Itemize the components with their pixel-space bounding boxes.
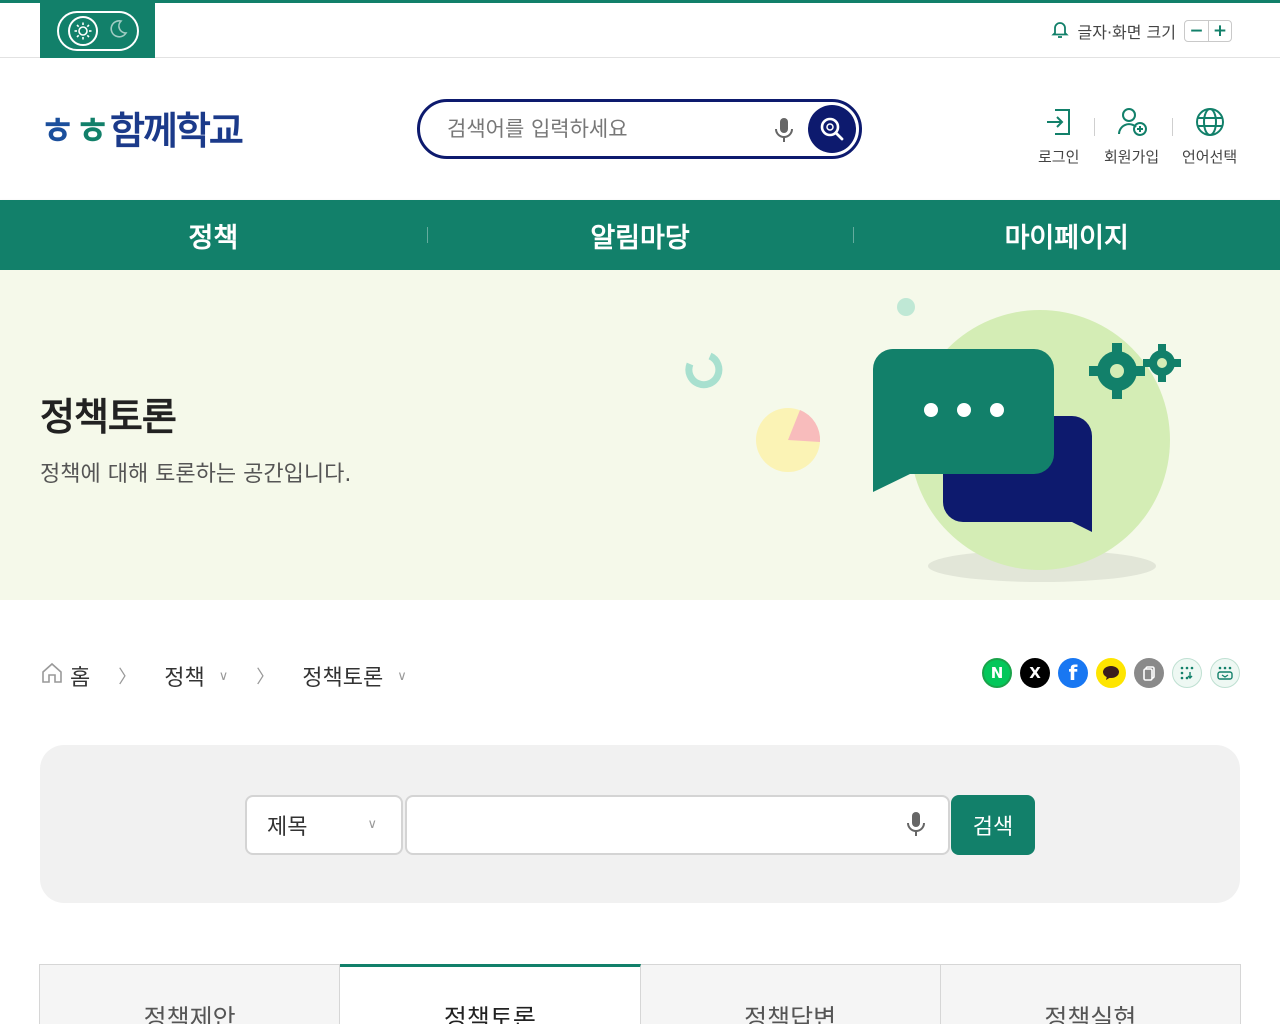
font-size-buttons: − + bbox=[1184, 20, 1232, 42]
font-size-control: 글자·화면 크기 − + bbox=[1050, 19, 1232, 43]
divider bbox=[1094, 118, 1095, 136]
print-share-icon[interactable] bbox=[1210, 658, 1240, 688]
global-search-input[interactable] bbox=[447, 117, 767, 141]
facebook-share-icon[interactable]: f bbox=[1058, 658, 1088, 688]
search-icon[interactable] bbox=[808, 105, 856, 153]
nav-item-mypage[interactable]: 마이페이지 bbox=[853, 200, 1280, 270]
language-select[interactable]: 언어선택 bbox=[1182, 106, 1237, 167]
font-decrease-button[interactable]: − bbox=[1185, 21, 1208, 41]
font-increase-button[interactable]: + bbox=[1208, 21, 1231, 41]
sun-icon bbox=[67, 15, 98, 46]
microphone-icon[interactable] bbox=[905, 810, 927, 842]
qr-share-icon[interactable] bbox=[1172, 658, 1202, 688]
moon-icon bbox=[108, 19, 128, 43]
breadcrumb-home[interactable]: 홈 bbox=[70, 660, 90, 692]
page-title: 정책토론 bbox=[40, 395, 177, 439]
home-icon bbox=[40, 661, 64, 691]
signup-link[interactable]: 회원가입 bbox=[1104, 106, 1159, 167]
breadcrumb-level1[interactable]: 정책 bbox=[164, 660, 204, 692]
breadcrumb: 홈 〉 정책 ∨ 〉 정책토론 ∨ bbox=[40, 660, 407, 692]
tab-policy-proposal[interactable]: 정책제안 bbox=[39, 964, 341, 1024]
chevron-down-icon[interactable]: ∨ bbox=[397, 669, 407, 684]
bell-icon bbox=[1050, 19, 1070, 43]
page-description: 정책에 대해 토론하는 공간입니다. bbox=[40, 462, 352, 487]
logo-text: 함께학교 bbox=[109, 109, 244, 153]
logo-part-2: ㅎ bbox=[74, 109, 110, 153]
tab-policy-answer[interactable]: 정책답변 bbox=[640, 964, 941, 1024]
font-size-label: 글자·화면 크기 bbox=[1077, 23, 1177, 42]
policy-tabs: 정책제안 정책토론 정책답변 정책실현 bbox=[39, 964, 1241, 1024]
keyword-input[interactable] bbox=[405, 795, 950, 855]
search-button[interactable]: 검색 bbox=[951, 795, 1035, 855]
divider bbox=[1172, 118, 1173, 136]
nav-item-policy[interactable]: 정책 bbox=[0, 200, 427, 270]
login-link[interactable]: 로그인 bbox=[1038, 106, 1079, 167]
copy-link-icon[interactable] bbox=[1134, 658, 1164, 688]
naver-share-icon[interactable]: N bbox=[982, 658, 1012, 688]
discussion-illustration bbox=[685, 298, 1181, 582]
search-field-select[interactable]: 제목 ∨ bbox=[245, 795, 403, 855]
breadcrumb-level2[interactable]: 정책토론 bbox=[302, 660, 383, 692]
board-search-box: 제목 ∨ 검색 bbox=[40, 745, 1240, 903]
chevron-right-icon: 〉 bbox=[118, 667, 137, 688]
nav-item-notice[interactable]: 알림마당 bbox=[426, 200, 854, 270]
chevron-down-icon[interactable]: ∨ bbox=[219, 669, 229, 684]
main-navigation: 정책 알림마당 마이페이지 bbox=[0, 200, 1280, 270]
signup-label: 회원가입 bbox=[1104, 148, 1160, 166]
site-logo[interactable]: ㅎ ㅎ 함께학교 bbox=[40, 100, 244, 155]
globe-icon bbox=[1194, 106, 1226, 142]
login-icon bbox=[1043, 106, 1075, 142]
chevron-down-icon: ∨ bbox=[367, 817, 377, 832]
user-add-icon bbox=[1116, 106, 1148, 142]
chevron-right-icon: 〉 bbox=[256, 667, 275, 688]
share-buttons: N X f bbox=[982, 658, 1240, 688]
x-share-icon[interactable]: X bbox=[1020, 658, 1050, 688]
logo-part-1: ㅎ bbox=[40, 109, 75, 153]
kakao-share-icon[interactable] bbox=[1096, 658, 1126, 688]
language-label: 언어선택 bbox=[1182, 148, 1238, 166]
search-field-value: 제목 bbox=[267, 815, 308, 840]
tab-policy-discussion[interactable]: 정책토론 bbox=[340, 964, 641, 1024]
top-utility-bar: 글자·화면 크기 − + bbox=[0, 0, 1280, 58]
theme-toggle[interactable] bbox=[56, 10, 139, 51]
page-hero: 정책토론 정책에 대해 토론하는 공간입니다. bbox=[0, 270, 1280, 600]
theme-switcher bbox=[40, 3, 155, 58]
microphone-icon[interactable] bbox=[773, 116, 795, 148]
login-label: 로그인 bbox=[1038, 148, 1080, 166]
tab-policy-realization[interactable]: 정책실현 bbox=[940, 964, 1241, 1024]
global-search-bar bbox=[417, 99, 862, 159]
